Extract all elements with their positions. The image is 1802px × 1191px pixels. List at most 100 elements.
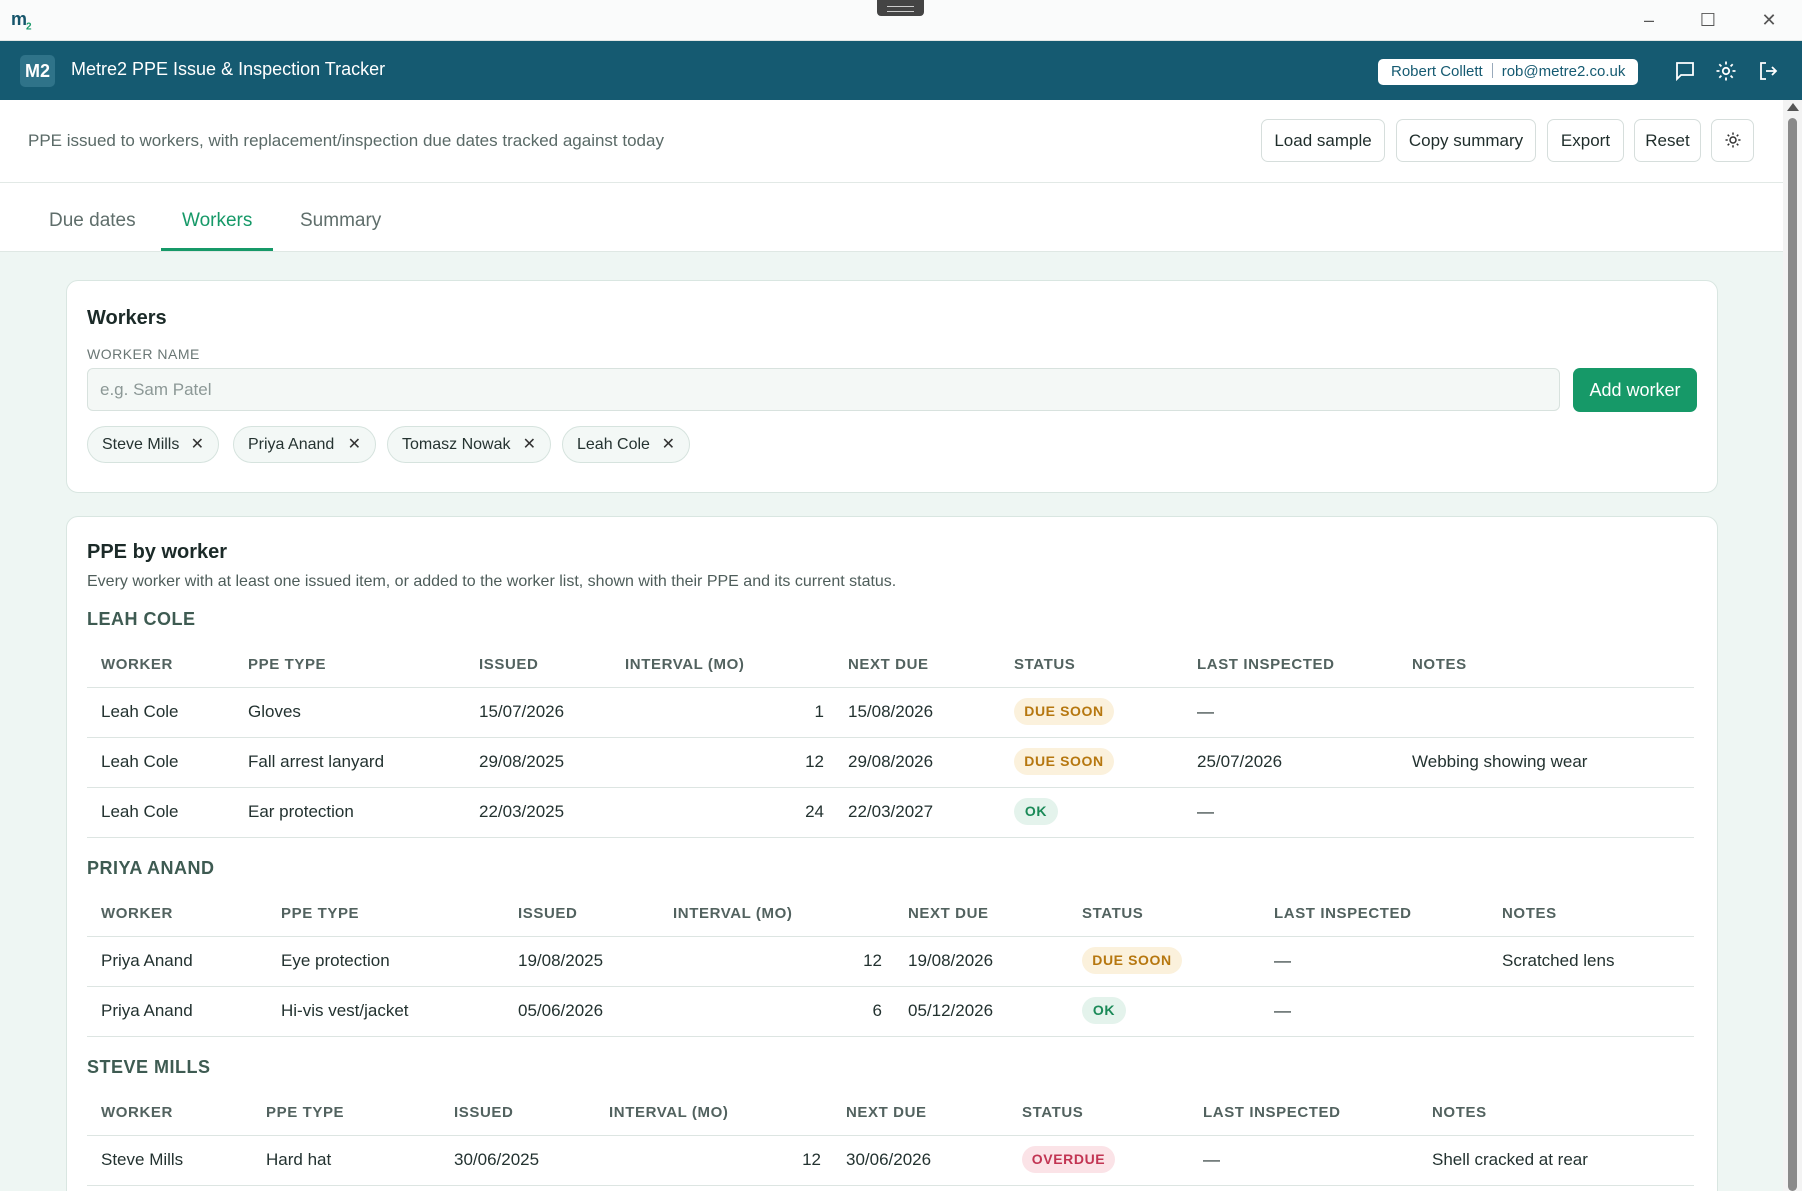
cell-next-due: 19/08/2026 <box>908 951 994 970</box>
cell-worker: Leah Cole <box>101 802 179 821</box>
cell-issued: 30/06/2025 <box>454 1150 540 1169</box>
cell-worker: Priya Anand <box>101 1001 193 1020</box>
status-badge: OK <box>1082 997 1126 1024</box>
column-header-ppe-type: PPE TYPE <box>248 656 327 673</box>
page-description: PPE issued to workers, with replacement/… <box>28 131 664 150</box>
table-row-divider <box>87 837 1694 838</box>
export-button[interactable]: Export <box>1547 119 1624 162</box>
cell-worker: Priya Anand <box>101 951 193 970</box>
column-header-ppe-type: PPE TYPE <box>281 905 360 922</box>
cell-interval: 12 <box>802 1150 821 1169</box>
cell-next-due: 05/12/2026 <box>908 1001 994 1020</box>
workers-card: Workers WORKER NAME Add worker Steve Mil… <box>66 280 1718 493</box>
add-worker-button[interactable]: Add worker <box>1573 368 1697 412</box>
remove-chip-icon[interactable]: ✕ <box>348 427 361 462</box>
column-header-notes: NOTES <box>1502 905 1557 922</box>
worker-chip: Tomasz Nowak ✕ <box>387 426 551 463</box>
column-header-notes: NOTES <box>1412 656 1467 673</box>
cell-next-due: 29/08/2026 <box>848 752 934 771</box>
worker-chip-label: Tomasz Nowak <box>402 436 511 453</box>
cell-ppe-type: Eye protection <box>281 951 390 970</box>
tab-due-dates[interactable]: Due dates <box>49 210 136 232</box>
worker-chip: Priya Anand ✕ <box>233 426 376 463</box>
column-header-issued: ISSUED <box>479 656 539 673</box>
remove-chip-icon[interactable]: ✕ <box>523 427 536 462</box>
column-header-interval: INTERVAL (MO) <box>625 656 745 673</box>
cell-worker: Steve Mills <box>101 1150 184 1169</box>
cell-notes: Scratched lens <box>1502 951 1615 970</box>
status-badge: DUE SOON <box>1082 947 1182 974</box>
column-header-worker: WORKER <box>101 1104 173 1121</box>
cell-last-inspected: — <box>1203 1150 1220 1169</box>
table-header-divider <box>87 1135 1694 1136</box>
workers-card-title: Workers <box>87 307 167 329</box>
status-badge: DUE SOON <box>1014 748 1114 775</box>
cell-last-inspected: — <box>1274 951 1291 970</box>
app-title: Metre2 PPE Issue & Inspection Tracker <box>71 59 386 79</box>
cell-issued: 29/08/2025 <box>479 752 565 771</box>
cell-ppe-type: Ear protection <box>248 802 354 821</box>
close-icon[interactable]: ✕ <box>1755 8 1783 32</box>
cell-worker: Leah Cole <box>101 702 179 721</box>
maximize-icon[interactable]: ☐ <box>1694 8 1722 32</box>
sun-icon <box>1725 132 1740 148</box>
cell-interval: 6 <box>872 1001 882 1020</box>
user-email: rob@metre2.co.uk <box>1501 63 1626 80</box>
reset-button[interactable]: Reset <box>1634 119 1701 162</box>
scrollbar[interactable] <box>1783 100 1802 1191</box>
minimize-icon[interactable]: – <box>1635 8 1663 32</box>
table-row-divider <box>87 986 1694 987</box>
tab-workers[interactable]: Workers <box>182 210 252 232</box>
table-row-divider <box>87 787 1694 788</box>
tab-summary[interactable]: Summary <box>300 210 381 232</box>
message-icon[interactable] <box>1673 59 1697 83</box>
app-badge: M2 <box>20 55 55 87</box>
column-header-notes: NOTES <box>1432 1104 1487 1121</box>
table-header-divider <box>87 936 1694 937</box>
column-header-next-due: NEXT DUE <box>846 1104 927 1121</box>
cell-last-inspected: 25/07/2026 <box>1197 752 1283 771</box>
active-tab-indicator <box>161 248 273 251</box>
cell-issued: 15/07/2026 <box>479 702 565 721</box>
cell-ppe-type: Fall arrest lanyard <box>248 752 385 771</box>
scrollbar-thumb[interactable] <box>1788 118 1797 1191</box>
logout-icon[interactable] <box>1756 59 1780 83</box>
table-row-divider <box>87 737 1694 738</box>
column-header-interval: INTERVAL (MO) <box>609 1104 729 1121</box>
table-row-divider <box>87 1036 1694 1037</box>
cell-last-inspected: — <box>1197 702 1214 721</box>
table-header-divider <box>87 687 1694 688</box>
ppe-card-title: PPE by worker <box>87 541 228 563</box>
column-header-issued: ISSUED <box>454 1104 514 1121</box>
column-header-status: STATUS <box>1082 905 1144 922</box>
remove-chip-icon[interactable]: ✕ <box>191 427 204 462</box>
cell-worker: Leah Cole <box>101 752 179 771</box>
ppe-by-worker-card: PPE by worker Every worker with at least… <box>66 516 1718 1191</box>
cell-next-due: 22/03/2027 <box>848 802 934 821</box>
cell-ppe-type: Hard hat <box>266 1150 332 1169</box>
copy-summary-button[interactable]: Copy summary <box>1396 119 1536 162</box>
gear-icon[interactable] <box>1714 59 1738 83</box>
table-row-divider <box>87 1185 1694 1186</box>
cell-interval: 1 <box>814 702 824 721</box>
cell-ppe-type: Gloves <box>248 702 301 721</box>
load-sample-button[interactable]: Load sample <box>1261 119 1385 162</box>
column-header-last-inspected: LAST INSPECTED <box>1203 1104 1341 1121</box>
worker-chip: Leah Cole ✕ <box>562 426 690 463</box>
column-header-ppe-type: PPE TYPE <box>266 1104 345 1121</box>
worker-chip-label: Leah Cole <box>577 436 650 453</box>
remove-chip-icon[interactable]: ✕ <box>662 427 675 462</box>
cell-notes: Webbing showing wear <box>1412 752 1588 771</box>
window-drag-handle[interactable] <box>877 0 924 16</box>
scroll-up-icon[interactable] <box>1787 103 1799 111</box>
worker-name-input[interactable] <box>87 368 1560 411</box>
cell-issued: 19/08/2025 <box>518 951 604 970</box>
column-header-interval: INTERVAL (MO) <box>673 905 793 922</box>
theme-toggle-button[interactable] <box>1711 119 1754 162</box>
group-title: LEAH COLE <box>87 609 196 629</box>
column-header-next-due: NEXT DUE <box>848 656 929 673</box>
window-titlebar: m2 – ☐ ✕ <box>0 0 1802 41</box>
user-badge[interactable]: Robert Collett rob@metre2.co.uk <box>1378 59 1639 85</box>
worker-chip: Steve Mills ✕ <box>87 426 219 463</box>
column-header-last-inspected: LAST INSPECTED <box>1197 656 1335 673</box>
